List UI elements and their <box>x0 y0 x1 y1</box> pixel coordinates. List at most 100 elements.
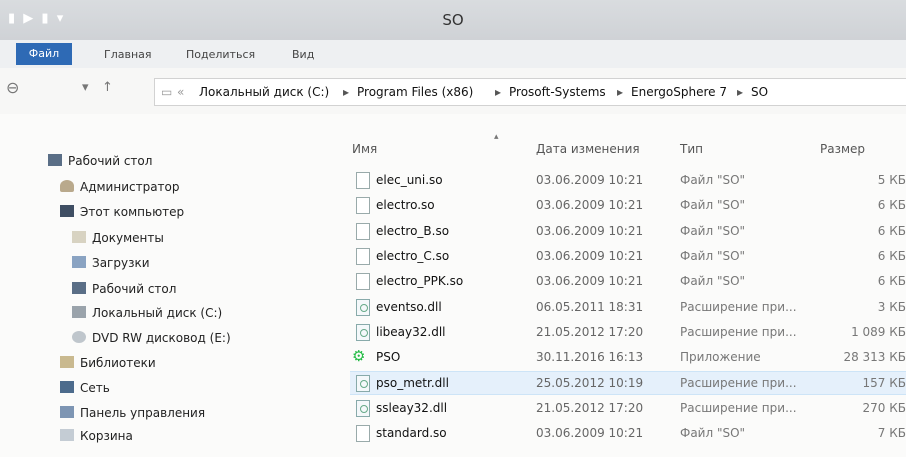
file-type: Расширение при... <box>680 400 797 415</box>
tab-view[interactable]: Вид <box>292 48 314 61</box>
downloads-icon <box>72 256 86 268</box>
file-icon <box>356 425 370 442</box>
file-name: elec_uni.so <box>376 173 443 187</box>
file-row[interactable]: eventso.dll 06.05.2011 18:31 Расширение пр… <box>350 296 906 318</box>
window-title: SO <box>442 11 464 29</box>
breadcrumb-energosphere[interactable]: EnergoSphere 7 <box>631 79 727 105</box>
column-date[interactable]: Дата изменения <box>536 142 640 156</box>
file-type: Приложение <box>680 350 761 365</box>
file-row[interactable]: electro_B.so 03.06.2009 10:21 Файл "SO" 6 К… <box>350 220 906 242</box>
file-type: Файл "SO" <box>680 426 746 440</box>
sidebar-item-network[interactable]: Сеть <box>60 381 110 395</box>
breadcrumb-separator[interactable]: ▸ <box>495 79 501 105</box>
file-row[interactable]: elec_uni.so 03.06.2009 10:21 Файл "SO" 5 КБ <box>350 169 906 191</box>
file-row[interactable]: pso_metr.dll 25.05.2012 10:19 Расширение п… <box>350 371 906 396</box>
folder-icon: ▭ <box>161 85 173 99</box>
file-size: 157 КБ <box>862 376 906 391</box>
explorer-window: ▮ ▶ ▮ ▾ SO Файл Главная Поделиться Вид ⊖… <box>0 0 906 457</box>
file-row[interactable]: ⚙ PSO 30.11.2016 16:13 Приложение 28 313 КБ <box>350 346 906 368</box>
file-name: electro.so <box>376 198 435 213</box>
ribbon-tabs: Файл Главная Поделиться Вид <box>0 40 906 69</box>
sidebar-item-desktop-2[interactable]: Рабочий стол <box>72 282 176 296</box>
drive-icon <box>72 306 86 318</box>
file-size: 6 КБ <box>877 248 906 263</box>
file-date: 06.05.2011 18:31 <box>536 299 644 314</box>
file-size: 1 089 КБ <box>851 324 906 339</box>
desktop-icon <box>48 154 62 166</box>
breadcrumb-prosoft[interactable]: Prosoft-Systems <box>509 79 606 105</box>
sidebar-item-libraries[interactable]: Библиотеки <box>60 356 156 370</box>
tab-share[interactable]: Поделиться <box>186 48 255 61</box>
file-date: 25.05.2012 10:19 <box>536 376 644 391</box>
recent-locations-button[interactable]: ▾ <box>82 80 89 95</box>
file-date: 03.06.2009 10:21 <box>536 173 644 187</box>
sidebar-item-control-panel[interactable]: Панель управления <box>60 406 205 420</box>
file-size: 6 КБ <box>877 274 906 289</box>
sidebar-item-admin[interactable]: Администратор <box>60 180 180 194</box>
control-panel-icon <box>60 406 74 418</box>
file-type: Расширение при... <box>680 299 797 314</box>
breadcrumb-so[interactable]: SO <box>751 79 768 105</box>
file-type: Расширение при... <box>680 376 797 391</box>
breadcrumb-local-disk[interactable]: Локальный диск (C:) <box>199 79 329 105</box>
file-name: PSO <box>376 350 401 365</box>
file-icon <box>356 222 370 240</box>
file-icon <box>356 247 370 265</box>
breadcrumb-separator[interactable]: ▸ <box>737 79 743 105</box>
file-size: 270 КБ <box>862 400 906 415</box>
file-size: 6 КБ <box>877 223 906 238</box>
file-name: pso_metr.dll <box>376 376 449 391</box>
file-type: Файл "SO" <box>680 223 746 238</box>
file-icon <box>356 197 370 215</box>
column-size[interactable]: Размер <box>820 142 865 156</box>
breadcrumb-separator[interactable]: ▸ <box>617 79 623 105</box>
sidebar-item-dvd[interactable]: DVD RW дисковод (E:) <box>72 331 231 345</box>
file-type: Файл "SO" <box>680 274 746 289</box>
tab-file[interactable]: Файл <box>16 43 72 65</box>
dll-file-icon <box>356 375 370 393</box>
breadcrumb-program-files[interactable]: Program Files (x86) <box>357 79 473 105</box>
column-type[interactable]: Тип <box>680 142 703 156</box>
computer-icon <box>60 205 74 217</box>
file-row[interactable]: ssleay32.dll 21.05.2012 17:20 Расширение п… <box>350 397 906 419</box>
file-type: Файл "SO" <box>680 248 746 263</box>
user-icon <box>60 180 74 192</box>
column-name[interactable]: Имя <box>352 142 377 156</box>
tab-home[interactable]: Главная <box>104 48 152 61</box>
file-date: 21.05.2012 17:20 <box>536 324 644 339</box>
file-date: 03.06.2009 10:21 <box>536 198 644 213</box>
file-name: electro_C.so <box>376 248 450 263</box>
file-size: 6 КБ <box>877 198 906 213</box>
file-name: eventso.dll <box>376 299 442 314</box>
back-button[interactable]: ⊖ <box>6 78 19 97</box>
dll-file-icon <box>356 298 370 316</box>
sidebar-item-this-pc[interactable]: Этот компьютер <box>60 205 184 219</box>
dvd-icon <box>72 331 86 343</box>
sidebar-item-recycle-bin[interactable]: Корзина <box>60 429 133 443</box>
file-name: libeay32.dll <box>376 324 446 339</box>
dll-file-icon <box>356 323 370 341</box>
address-bar-area: ⊖ ▾ ↑ ▭ « Локальный диск (C:) ▸ Program … <box>0 68 906 114</box>
file-row[interactable]: electro_C.so 03.06.2009 10:21 Файл "SO" 6 К… <box>350 245 906 267</box>
recycle-bin-icon <box>60 429 74 441</box>
file-date: 03.06.2009 10:21 <box>536 223 644 238</box>
network-icon <box>60 381 74 393</box>
file-date: 21.05.2012 17:20 <box>536 400 644 415</box>
application-icon: ⚙ <box>352 347 366 366</box>
file-type: Файл "SO" <box>680 173 746 187</box>
sidebar-item-downloads[interactable]: Загрузки <box>72 256 150 270</box>
history-chevron[interactable]: « <box>177 79 184 105</box>
sidebar-item-desktop[interactable]: Рабочий стол <box>48 154 152 168</box>
file-row[interactable]: electro_PPK.so 03.06.2009 10:21 Файл "SO" 6… <box>350 270 906 292</box>
breadcrumb-separator[interactable]: ▸ <box>343 79 349 105</box>
file-row[interactable]: standard.so 03.06.2009 10:21 Файл "SO" 7 КБ <box>350 422 906 444</box>
desktop-icon <box>72 282 86 294</box>
file-row[interactable]: libeay32.dll 21.05.2012 17:20 Расширение п… <box>350 321 906 343</box>
address-input[interactable]: ▭ « Локальный диск (C:) ▸ Program Files … <box>154 78 906 106</box>
sort-up-icon: ▴ <box>494 132 499 142</box>
sidebar-item-local-disk[interactable]: Локальный диск (C:) <box>72 306 222 320</box>
sidebar-item-documents[interactable]: Документы <box>72 231 164 245</box>
file-icon <box>356 172 370 189</box>
up-button[interactable]: ↑ <box>102 80 113 95</box>
file-row[interactable]: electro.so 03.06.2009 10:21 Файл "SO" 6 КБ <box>350 194 906 216</box>
